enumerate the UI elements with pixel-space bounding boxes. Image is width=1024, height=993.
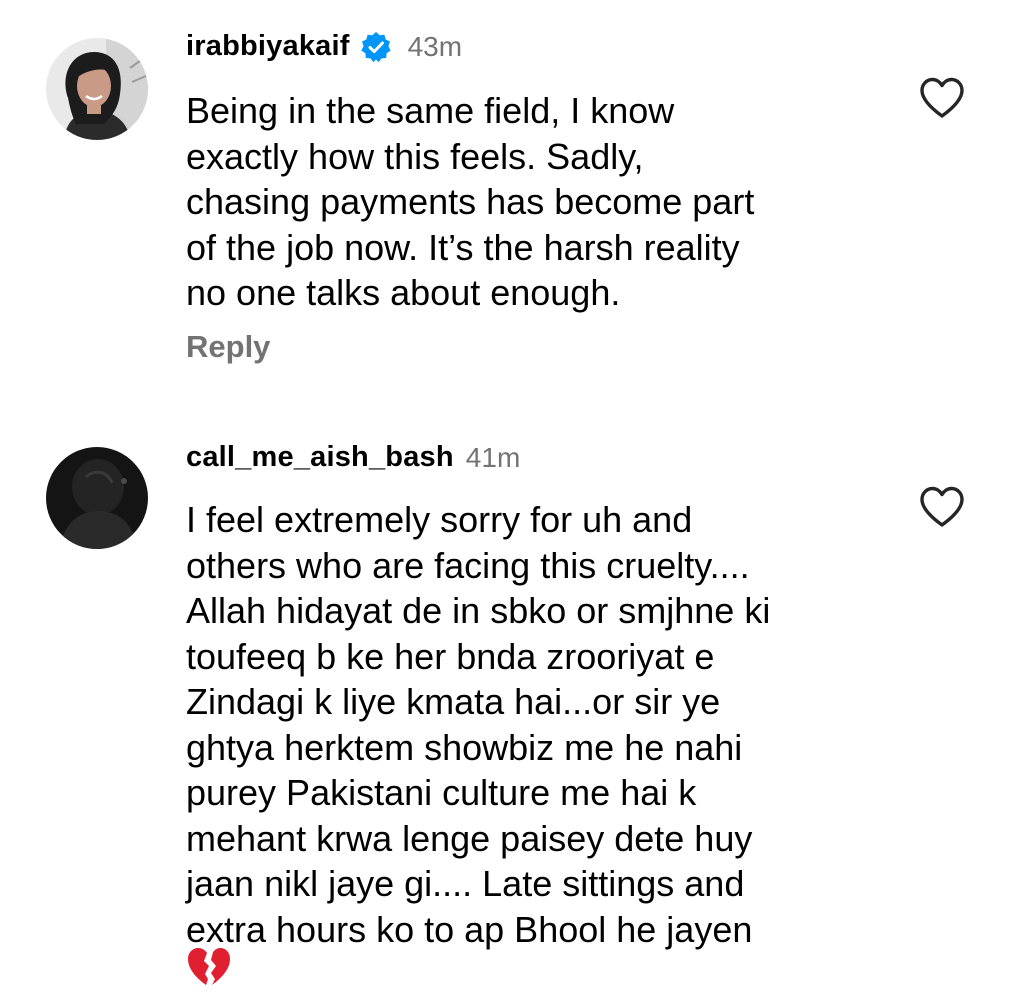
comment-text: Being in the same field, I know exactly …	[186, 90, 755, 313]
comment-text: I feel extremely sorry for uh and others…	[186, 499, 771, 950]
profile-photo-woman	[46, 38, 148, 140]
timestamp: 41m	[465, 441, 521, 473]
username[interactable]: call_me_aish_bash	[186, 441, 454, 474]
timestamp: 43m	[407, 30, 463, 62]
broken-heart-emoji	[186, 946, 232, 988]
heart-outline-icon[interactable]	[918, 485, 966, 529]
avatar[interactable]	[46, 38, 148, 140]
heart-outline-icon[interactable]	[918, 76, 966, 120]
profile-photo-dark-silhouette	[46, 447, 148, 549]
comment-meta: call_me_aish_bash 41m	[186, 441, 520, 474]
comment-meta: irabbiyakaif 43m	[186, 30, 462, 63]
avatar[interactable]	[46, 447, 148, 549]
username[interactable]: irabbiyakaif	[186, 30, 350, 63]
verified-badge-icon	[360, 31, 392, 63]
reply-button[interactable]: Reply	[186, 329, 270, 365]
